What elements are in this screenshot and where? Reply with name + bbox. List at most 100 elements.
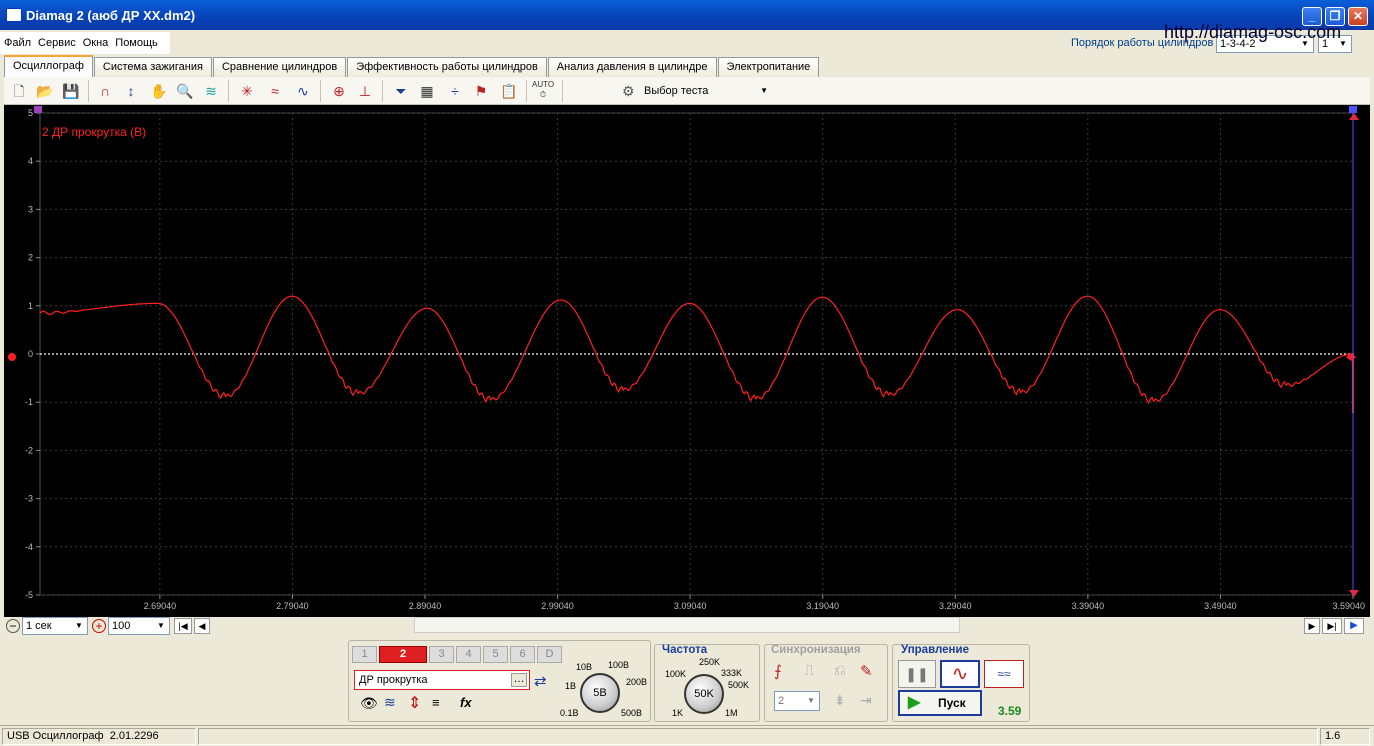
channel-1-button[interactable]: 1 (352, 646, 377, 663)
auto-icon[interactable]: AUTO ⏱ (532, 80, 554, 102)
channel-6-button[interactable]: 6 (510, 646, 535, 663)
line-style-icon[interactable]: ≡ (432, 695, 440, 710)
freq-label-1k: 1K (672, 708, 684, 718)
split-icon[interactable]: ÷ (444, 80, 466, 102)
start-button[interactable]: ▶ Пуск (898, 690, 982, 716)
scroll-right-icon[interactable]: ▶ (1304, 618, 1320, 634)
app-icon (6, 8, 22, 22)
toolbar-separator (382, 80, 383, 102)
marker-icon[interactable]: ⚑ (470, 80, 492, 102)
tab-ignition[interactable]: Система зажигания (93, 57, 212, 78)
zero-level-marker[interactable] (8, 353, 16, 361)
channel-2-button[interactable]: 2 (379, 646, 427, 663)
channel-4-button[interactable]: 4 (456, 646, 481, 663)
status-message (198, 728, 1318, 745)
rising-edge-icon[interactable]: ⨍ (774, 662, 782, 680)
tab-cylinder-efficiency[interactable]: Эффективность работы цилиндров (347, 57, 547, 78)
grid-icon[interactable]: ▦ (416, 80, 438, 102)
oscilloscope-display[interactable]: 5 4 3 2 1 0 -1 -2 -3 -4 -5 2.69040 2.79040 2.89040 2.… (4, 105, 1370, 617)
y-tick-label: -2 (25, 445, 33, 455)
sine-wave-icon: ∿ (951, 663, 969, 685)
function-icon[interactable]: fx (460, 695, 472, 710)
sync-down-icon[interactable]: ⎌ (834, 662, 846, 679)
grid (39, 112, 1354, 596)
chevron-down-icon: ▼ (157, 621, 165, 630)
toolbar-separator (562, 80, 563, 102)
wave-compare-icon[interactable]: ∿ (292, 80, 314, 102)
frequency-knob[interactable]: 50K (684, 674, 724, 714)
zero-offset-icon[interactable]: ⊥ (354, 80, 376, 102)
tab-pressure-analysis[interactable]: Анализ давления в цилиндре (547, 57, 717, 78)
play-icon[interactable]: ▶ (1344, 618, 1364, 634)
zoom-out-icon[interactable]: − (6, 619, 20, 633)
eye-icon[interactable]: 👁 (360, 695, 378, 712)
sync-channel-select[interactable]: 2 ▼ (774, 691, 820, 711)
notes-icon[interactable]: 📋 (498, 80, 520, 102)
x-tick-label: 3.19040 (806, 601, 839, 611)
menu-file[interactable]: Файл (4, 37, 31, 49)
test-select[interactable]: ⚙ Выбор теста ▼ (616, 80, 772, 102)
start-label: Пуск (938, 696, 966, 710)
scroll-down-marker[interactable] (1349, 590, 1359, 597)
probe-icon[interactable]: ⇄ (534, 672, 547, 690)
cursor-handle-1[interactable] (34, 106, 42, 113)
sync-center-icon[interactable]: ⇥ (860, 692, 872, 709)
scroll-left-icon[interactable]: ◀ (194, 618, 210, 634)
wave-icon[interactable]: ≈ (264, 80, 286, 102)
timebase-value: 1 сек (26, 620, 52, 632)
channel-name-value: ДР прокрутка (359, 674, 428, 686)
channel-5-button[interactable]: 5 (483, 646, 508, 663)
zoom-select[interactable]: 100 ▼ (108, 617, 170, 635)
frequency-title: Частота (662, 644, 708, 656)
menu-help[interactable]: Помощь (115, 37, 158, 49)
channel-d-button[interactable]: D (537, 646, 562, 663)
horizontal-scrollbar[interactable] (414, 617, 960, 633)
test-gear-icon: ⚙ (622, 83, 635, 99)
close-button[interactable]: ✕ (1348, 7, 1368, 26)
volt-label-100: 100В (608, 660, 630, 670)
channel-3-button[interactable]: 3 (429, 646, 454, 663)
tab-bar: Осциллограф Система зажигания Сравнение … (4, 55, 820, 78)
channel-name-field[interactable]: ДР прокрутка … (354, 670, 530, 690)
tab-power-supply[interactable]: Электропитание (717, 57, 820, 78)
y-tick-label: 1 (28, 301, 33, 311)
single-mode-button[interactable]: ≈≈ (984, 660, 1024, 688)
invert-icon[interactable]: ≋ (384, 694, 396, 711)
signal-trace (39, 295, 1353, 405)
zoom-in-icon[interactable]: + (92, 619, 106, 633)
hand-icon[interactable]: ✋ (148, 80, 170, 102)
offset-icon[interactable]: ⇕ (408, 693, 421, 713)
control-value: 3.59 (998, 704, 1022, 718)
toolbar-separator (88, 80, 89, 102)
zoom-icon[interactable]: 🔍 (174, 80, 196, 102)
timebase-select[interactable]: 1 сек ▼ (22, 617, 88, 635)
scroll-up-marker[interactable] (1349, 113, 1359, 120)
measure-icon[interactable]: ↕ (120, 80, 142, 102)
stack-icon[interactable]: ≋ (200, 80, 222, 102)
y-tick-label: 4 (28, 156, 33, 166)
sync-level-icon[interactable]: ⇟ (834, 692, 846, 709)
save-icon[interactable]: 💾 (60, 80, 82, 102)
tab-oscilloscope[interactable]: Осциллограф (4, 55, 93, 78)
menu-service[interactable]: Сервис (38, 37, 76, 49)
arch-icon[interactable]: ∩ (94, 80, 116, 102)
voltage-knob[interactable]: 5В (580, 673, 620, 713)
go-end-icon[interactable]: ▶| (1322, 618, 1342, 634)
open-folder-icon[interactable]: 📂 (34, 80, 56, 102)
filter-icon[interactable]: ⏷ (390, 80, 412, 102)
auto-scale-icon[interactable]: ⊕ (328, 80, 350, 102)
go-start-icon[interactable]: |◀ (174, 618, 192, 634)
oscilloscope-chart[interactable]: 543210-1-2-3-4-5 2.69040 2.79040 2.89040 2.… (4, 105, 1370, 617)
pause-button[interactable]: ❚❚ (898, 660, 936, 688)
menu-windows[interactable]: Окна (83, 37, 109, 49)
control-title: Управление (901, 644, 969, 656)
cursor-handle-2[interactable] (1349, 106, 1357, 113)
x-axis-ticks: 2.69040 2.79040 2.89040 2.99040 3.09040 3.190… (144, 595, 1365, 611)
cross-icon[interactable]: ✳ (236, 80, 258, 102)
sync-cursor-icon[interactable]: ✎ (860, 662, 873, 680)
sync-up-icon[interactable]: ⎍ (804, 662, 815, 679)
continuous-mode-button[interactable]: ∿ (940, 660, 980, 688)
tab-cylinder-compare[interactable]: Сравнение цилиндров (212, 57, 347, 78)
new-file-icon[interactable]: 🗋 (8, 80, 30, 102)
browse-button[interactable]: … (511, 673, 527, 687)
